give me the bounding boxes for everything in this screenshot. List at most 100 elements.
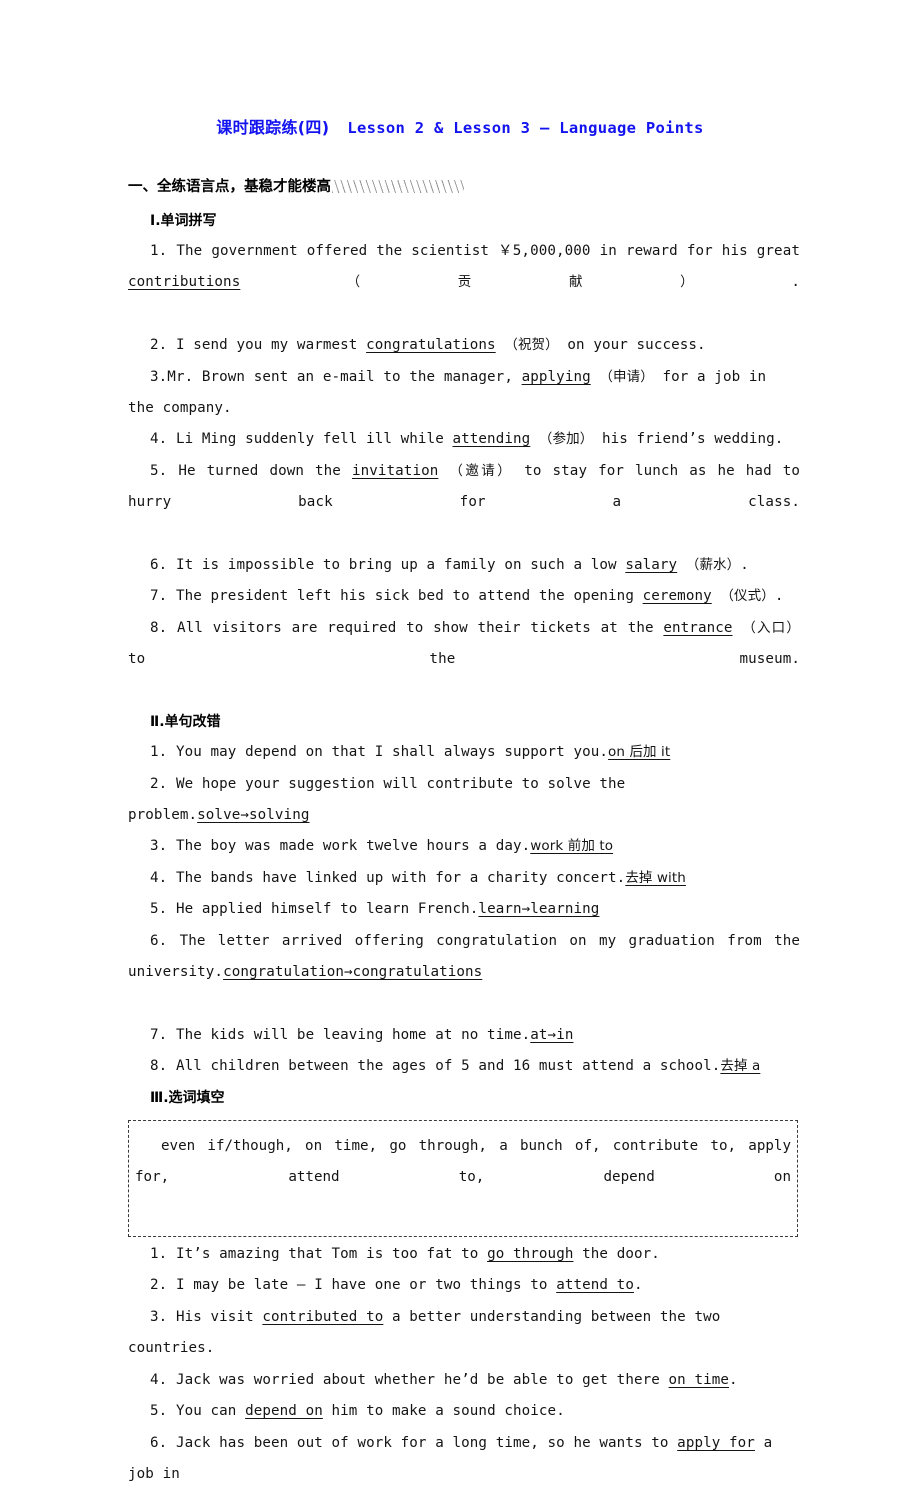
item-text-tail: . [791,274,800,290]
item-correction: 去掉 with [625,870,686,886]
item-number: 4. [150,431,167,447]
item-text: The boy was made work twelve hours a day… [176,838,530,854]
item-number: 8. [150,1058,167,1074]
question-item: 1. It’s amazing that Tom is too fat to g… [128,1239,800,1270]
question-item: 3. The boy was made work twelve hours a … [128,831,800,862]
item-text: Jack was worried about whether he’d be a… [176,1372,669,1388]
item-text: The president left his sick bed to atten… [176,588,643,604]
item-answer: apply for [677,1435,755,1451]
item-text: His visit [176,1309,262,1325]
item-number: 7. [150,588,167,604]
question-item: 3. His visit contributed to a better und… [128,1302,800,1365]
item-answer: salary [625,557,677,573]
item-text: I may be late — I have one or two things… [176,1277,556,1293]
item-number: 4. [150,870,167,886]
item-text: It’s amazing that Tom is too fat to [176,1246,487,1262]
item-answer: depend on [245,1403,323,1419]
question-item: 4. The bands have linked up with for a c… [128,863,800,894]
subsection-label-1: Ⅰ.单词拼写 [150,206,800,236]
question-item: 2. I send you my warmest congratulations… [128,330,800,361]
item-number: 6. [150,933,167,949]
item-text: He turned down the [178,463,352,479]
item-text: Mr. Brown sent an e-mail to the manager, [167,369,521,385]
section-heading-one: 一、全练语言点，基稳才能楼高 [128,176,800,198]
question-item: 6. The letter arrived offering congratul… [128,926,800,1020]
item-answer: go through [487,1246,573,1262]
item-number: 5. [150,1403,167,1419]
item-number: 4. [150,1372,167,1388]
page-title-english: Lesson 2 & Lesson 3 — Language Points [347,119,703,137]
item-answer: attending [452,431,530,447]
item-number: 1. [150,1246,167,1262]
question-item: 1. The government offered the scientist … [128,236,800,330]
item-answer: ceremony [643,588,712,604]
item-number: 2. [150,337,167,353]
item-correction: learn→learning [478,901,599,917]
item-correction: solve→solving [197,807,309,823]
item-text: All children between the ages of 5 and 1… [176,1058,720,1074]
question-item: 7. The kids will be leaving home at no t… [128,1020,800,1051]
item-gloss: （入口） [742,620,800,636]
item-text-tail: his friend’s wedding. [593,431,783,447]
item-text: All visitors are required to show their … [177,620,663,636]
item-number: 2. [150,1277,167,1293]
question-item: 2. We hope your suggestion will contribu… [128,769,800,832]
item-number: 1. [150,243,167,259]
item-number: 8. [150,620,167,636]
item-text: The government offered the scientist ￥5,… [176,243,800,259]
item-text: The bands have linked up with for a char… [176,870,625,886]
item-answer: entrance [663,620,732,636]
hatch-decoration-icon [332,180,464,193]
worksheet-body: 一、全练语言点，基稳才能楼高 Ⅰ.单词拼写 1. The government … [128,176,800,1490]
item-text: You can [176,1403,245,1419]
item-gloss: （薪水） [686,557,740,573]
item-number: 3. [150,369,167,385]
question-item: 6. Jack has been out of work for a long … [128,1428,800,1490]
item-text: Jack has been out of work for a long tim… [176,1435,677,1451]
item-answer: congratulations [366,337,496,353]
section-heading-one-text: 一、全练语言点，基稳才能楼高 [128,179,331,195]
page-title-chinese: 课时跟踪练(四) [216,118,329,137]
item-correction: work 前加 to [530,838,613,854]
item-number: 5. [150,463,167,479]
item-correction: congratulation→congratulations [223,964,482,980]
question-item: 4. Li Ming suddenly fell ill while atten… [128,424,800,455]
item-answer: contributed to [262,1309,383,1325]
word-bank-box: even if/though, on time, go through, a b… [128,1120,798,1238]
item-number: 3. [150,838,167,854]
item-number: 5. [150,901,167,917]
item-correction: on 后加 it [608,744,670,760]
item-answer: attend to [556,1277,634,1293]
question-item: 7. The president left his sick bed to at… [128,581,800,612]
item-text: Li Ming suddenly fell ill while [176,431,453,447]
question-item: 3.Mr. Brown sent an e-mail to the manage… [128,362,800,425]
item-answer: contributions [128,274,240,290]
item-text-tail: . [729,1372,738,1388]
item-text-tail: the door. [573,1246,659,1262]
item-gloss: （仪式） [720,588,774,604]
item-gloss: （贡献） [347,274,792,290]
item-number: 6. [150,1435,167,1451]
item-text-tail: to the museum. [128,651,800,667]
item-number: 1. [150,744,167,760]
item-gloss: （申请） [599,369,653,385]
question-item: 4. Jack was worried about whether he’d b… [128,1365,800,1396]
item-answer: applying [522,369,591,385]
question-item: 1. You may depend on that I shall always… [128,737,800,768]
item-gloss: （参加） [539,431,593,447]
item-text: The kids will be leaving home at no time… [176,1027,530,1043]
item-gloss: （祝贺） [504,337,558,353]
item-correction: 去掉 a [720,1058,760,1074]
subsection-label-3: Ⅲ.选词填空 [150,1083,800,1113]
item-text-tail: on your success. [559,337,706,353]
item-text: You may depend on that I shall always su… [176,744,608,760]
item-text-tail: . [634,1277,643,1293]
question-item: 6. It is impossible to bring up a family… [128,550,800,581]
item-number: 7. [150,1027,167,1043]
item-number: 6. [150,557,167,573]
worksheet-page: 课时跟踪练(四) Lesson 2 & Lesson 3 — Language P… [0,0,920,1302]
item-text-tail: him to make a sound choice. [323,1403,565,1419]
item-text-tail: . [775,588,784,604]
question-item: 2. I may be late — I have one or two thi… [128,1270,800,1301]
item-number: 3. [150,1309,167,1325]
